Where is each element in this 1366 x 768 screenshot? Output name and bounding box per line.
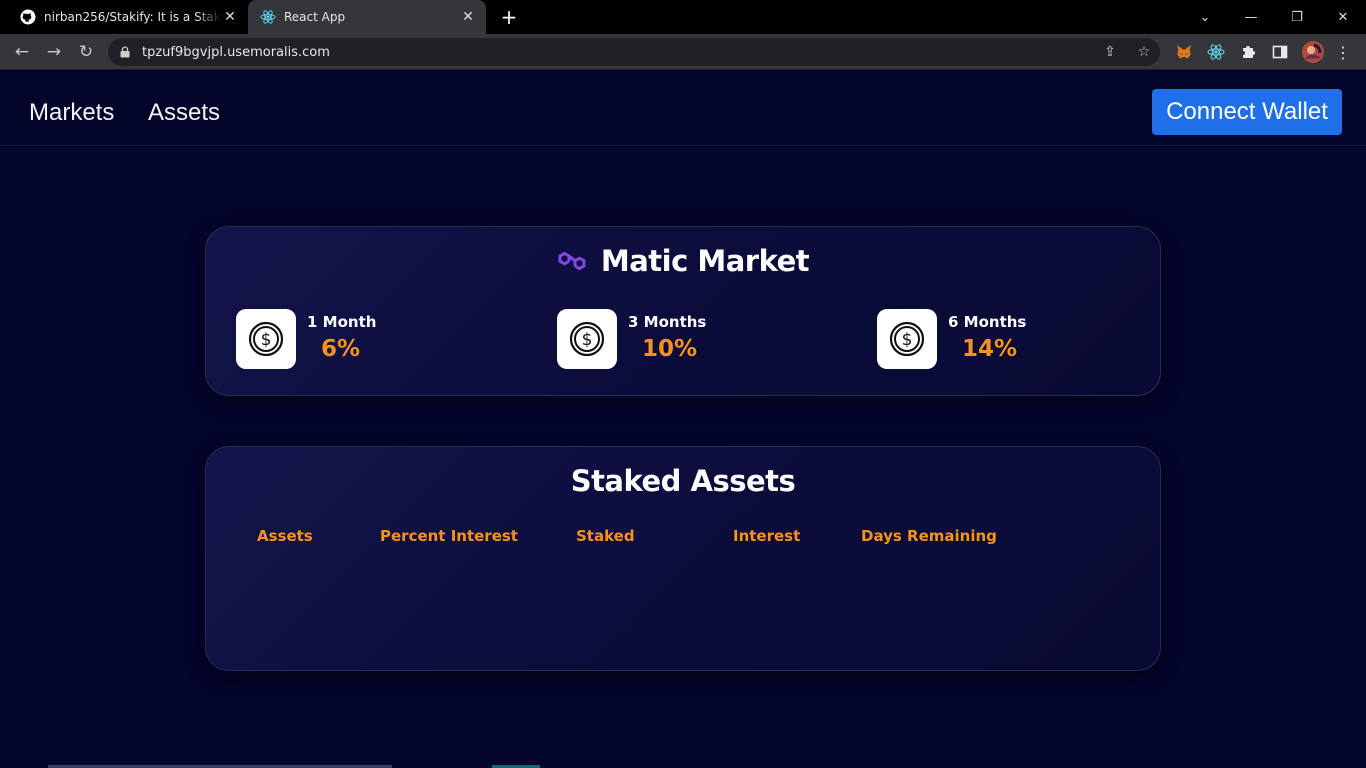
browser-tab-react-app[interactable]: React App ✕: [248, 0, 486, 34]
forward-icon[interactable]: →: [43, 41, 65, 63]
side-panel-icon[interactable]: [1271, 43, 1289, 61]
close-window-icon[interactable]: ✕: [1320, 0, 1366, 34]
svg-text:$: $: [261, 330, 272, 350]
metamask-icon[interactable]: [1175, 43, 1193, 61]
column-header-interest: Interest: [733, 527, 801, 545]
column-header-days-remaining: Days Remaining: [861, 527, 997, 545]
staked-title: Staked Assets: [570, 464, 796, 498]
nav-markets-link[interactable]: Markets: [29, 99, 114, 127]
react-icon: [260, 9, 276, 25]
close-tab-icon[interactable]: ✕: [460, 9, 476, 25]
browser-tab-strip: nirban256/Stakify: It is a Staking d ✕ R…: [0, 0, 1366, 34]
tab-search-icon[interactable]: ⌄: [1182, 0, 1228, 34]
address-bar[interactable]: tpzuf9bgvjpl.usemoralis.com ⇪ ☆: [108, 38, 1160, 66]
market-title: Matic Market: [600, 244, 810, 278]
extensions-puzzle-icon[interactable]: [1239, 43, 1257, 61]
svg-text:$: $: [582, 330, 593, 350]
profile-avatar[interactable]: [1302, 41, 1324, 63]
react-devtools-icon[interactable]: [1207, 43, 1225, 61]
minimize-icon[interactable]: —: [1228, 0, 1274, 34]
tab-title: nirban256/Stakify: It is a Staking d: [44, 10, 222, 24]
bookmark-star-icon[interactable]: ☆: [1136, 44, 1152, 60]
reload-icon[interactable]: ↻: [75, 41, 97, 63]
coin-icon: $: [877, 309, 937, 369]
coin-icon: $: [557, 309, 617, 369]
term-option-6-months[interactable]: $ 6 Months 14%: [877, 309, 1026, 369]
nav-assets-link[interactable]: Assets: [148, 99, 220, 127]
term-label: 6 Months: [948, 313, 1027, 331]
column-header-percent-interest: Percent Interest: [380, 527, 518, 545]
matic-market-card: Matic Market $ 1 Month 6% $ 3 Months 10%…: [205, 226, 1161, 396]
market-header: Matic Market: [206, 244, 1160, 278]
term-rate: 14%: [962, 336, 1018, 362]
github-icon: [20, 9, 36, 25]
share-icon[interactable]: ⇪: [1102, 44, 1118, 60]
restore-icon[interactable]: ❐: [1274, 0, 1320, 34]
column-header-assets: Assets: [257, 527, 313, 545]
back-icon[interactable]: ←: [11, 41, 33, 63]
term-label: 1 Month: [307, 313, 377, 331]
term-option-1-month[interactable]: $ 1 Month 6%: [236, 309, 376, 369]
lock-icon: [120, 46, 132, 58]
term-rate: 10%: [642, 336, 698, 362]
app-navbar: Markets Assets Connect Wallet: [0, 71, 1366, 146]
connect-wallet-button[interactable]: Connect Wallet: [1152, 89, 1342, 135]
column-header-staked: Staked: [576, 527, 635, 545]
browser-toolbar: ← → ↻ tpzuf9bgvjpl.usemoralis.com ⇪ ☆: [0, 34, 1366, 70]
term-option-3-months[interactable]: $ 3 Months 10%: [557, 309, 706, 369]
term-rate: 6%: [321, 336, 361, 362]
term-label: 3 Months: [628, 313, 707, 331]
tab-title: React App: [284, 10, 346, 24]
browser-menu-icon[interactable]: ⋮: [1334, 43, 1352, 62]
svg-text:$: $: [902, 330, 913, 350]
url-text: tpzuf9bgvjpl.usemoralis.com: [142, 44, 330, 60]
browser-tab-github[interactable]: nirban256/Stakify: It is a Staking d ✕: [8, 0, 248, 34]
close-tab-icon[interactable]: ✕: [222, 9, 238, 25]
new-tab-button[interactable]: +: [499, 7, 519, 27]
coin-icon: $: [236, 309, 296, 369]
staked-assets-card: Staked Assets Assets Percent Interest St…: [205, 446, 1161, 671]
polygon-icon: [557, 248, 587, 274]
